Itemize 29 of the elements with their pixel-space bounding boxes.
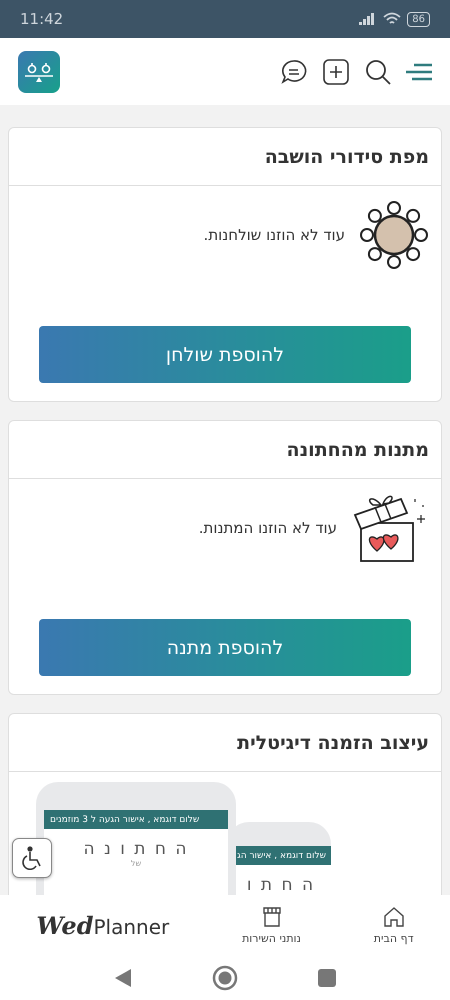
wifi-icon: [383, 12, 402, 26]
section-title: מתנות מהחתונה: [9, 421, 441, 479]
preview-header: שלום דוגמא , אישור הגעה ל 3 מוזמנים: [44, 810, 228, 829]
preview-subtext: של: [130, 859, 142, 868]
battery-indicator: 86: [407, 12, 430, 26]
home-circle-icon[interactable]: [212, 964, 238, 990]
add-icon[interactable]: [322, 58, 350, 86]
empty-message: עוד לא הוזנו המתנות.: [198, 519, 337, 537]
add-button[interactable]: להוספת שולחן: [39, 326, 411, 383]
wheelchair-icon: [21, 846, 43, 870]
add-button[interactable]: להוספת מתנה: [39, 619, 411, 676]
app-logo-icon[interactable]: [18, 50, 60, 92]
status-time: 11:42: [20, 10, 64, 28]
round-table-icon: [359, 201, 429, 269]
section-title: מפת סידורי הושבה: [9, 128, 441, 186]
accessibility-button[interactable]: [12, 838, 52, 878]
menu-icon[interactable]: [406, 62, 432, 82]
home-icon: [382, 905, 406, 929]
section-title: עיצוב הזמנה דיגיטלית: [9, 714, 441, 772]
preview-heading: ה ח ת ו: [246, 875, 316, 895]
empty-message: עוד לא הוזנו שולחנות.: [204, 226, 345, 244]
search-icon[interactable]: [364, 58, 392, 86]
back-icon[interactable]: [114, 968, 132, 988]
preview-heading: ה ח ת ו נ ה: [84, 839, 188, 859]
brand-logo: WedPlanner: [36, 910, 170, 940]
chat-icon[interactable]: [280, 58, 308, 86]
nav-item[interactable]: נותני השירות: [242, 905, 301, 945]
nav-item[interactable]: דף הבית: [374, 905, 414, 945]
recents-icon[interactable]: [318, 968, 336, 986]
